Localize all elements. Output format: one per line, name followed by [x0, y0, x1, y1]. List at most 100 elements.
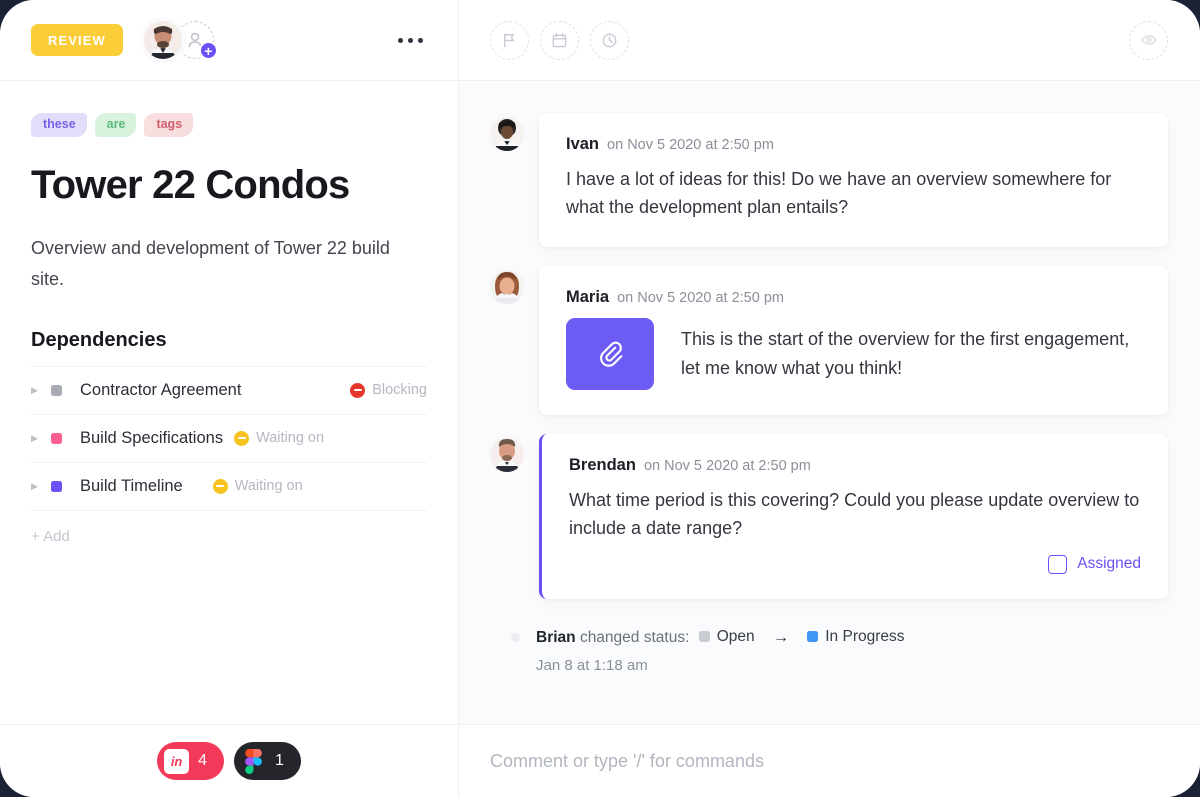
status-swatch-in-progress	[807, 630, 819, 642]
activity-panel: Ivan on Nov 5 2020 at 2:50 pm I have a l…	[459, 0, 1200, 797]
dependency-row[interactable]: ▶ Build Specifications Waiting on	[31, 415, 427, 463]
chevron-right-icon[interactable]: ▶	[31, 385, 51, 396]
more-options-button[interactable]	[394, 30, 427, 51]
dependency-color-swatch	[51, 480, 62, 492]
dependency-color-swatch	[51, 384, 62, 396]
dependency-status: Blocking	[350, 382, 427, 398]
tag-list: these are tags	[31, 113, 427, 137]
avatar[interactable]	[490, 269, 524, 304]
status-from-label: Open	[716, 627, 755, 645]
flag-icon	[504, 33, 514, 47]
dependencies-list: ▶ Contractor Agreement Blocking ▶ Build …	[31, 365, 427, 511]
comment-input[interactable]	[490, 750, 1169, 772]
assigned-label: Assigned	[1077, 555, 1141, 573]
comment-author: Maria	[566, 287, 610, 306]
dot-icon	[408, 37, 413, 43]
dependency-row[interactable]: ▶ Contractor Agreement Blocking	[31, 367, 427, 415]
status-to-label: In Progress	[825, 627, 905, 645]
invision-badge[interactable]: in 4	[157, 742, 224, 780]
task-body: these are tags Tower 22 Condos Overview …	[0, 81, 458, 546]
assigned-checkbox[interactable]	[1048, 554, 1068, 574]
dependency-color-swatch	[51, 432, 62, 444]
comment-body: I have a lot of ideas for this! Do we ha…	[566, 169, 1112, 218]
comment-card-assigned: Brendan on Nov 5 2020 at 2:50 pm What ti…	[539, 433, 1168, 599]
activity-text: Brian changed status: Open → In Progress	[536, 625, 910, 650]
dependency-name: Contractor Agreement	[80, 380, 242, 399]
avatar[interactable]	[490, 437, 524, 472]
app-window: REVIEW + these are tags Tower 22 Condos …	[0, 0, 1200, 797]
avatar[interactable]	[143, 21, 182, 59]
waiting-on-icon	[212, 478, 228, 494]
eye-icon	[1140, 35, 1157, 45]
clock-button[interactable]	[590, 20, 629, 60]
status-swatch-open	[698, 630, 710, 642]
comment-header: Ivan on Nov 5 2020 at 2:50 pm	[566, 135, 1141, 154]
task-description: Overview and development of Tower 22 bui…	[31, 237, 390, 289]
invision-icon: in	[164, 748, 190, 774]
comment-item: Brendan on Nov 5 2020 at 2:50 pm What ti…	[490, 433, 1168, 599]
dependency-status-label: Waiting on	[234, 478, 303, 495]
attachment-thumbnail[interactable]	[566, 317, 654, 390]
comment-timestamp: on Nov 5 2020 at 2:50 pm	[607, 137, 774, 153]
comment-header: Maria on Nov 5 2020 at 2:50 pm	[566, 288, 1141, 307]
comment-item: Maria on Nov 5 2020 at 2:50 pm This is t…	[490, 265, 1168, 415]
comment-header: Brendan on Nov 5 2020 at 2:50 pm	[569, 456, 1141, 475]
activity-author: Brian	[536, 628, 576, 646]
dot-icon	[398, 37, 403, 43]
avatar[interactable]	[490, 117, 524, 151]
figma-count: 1	[275, 752, 284, 769]
activity-action: changed status:	[579, 628, 690, 646]
comment-timestamp: on Nov 5 2020 at 2:50 pm	[617, 289, 784, 306]
calendar-button[interactable]	[540, 20, 579, 60]
comment-content-row: This is the start of the overview for th…	[566, 317, 1141, 390]
comment-thread: Ivan on Nov 5 2020 at 2:50 pm I have a l…	[459, 81, 1200, 724]
watch-button[interactable]	[1129, 20, 1168, 60]
task-detail-panel: REVIEW + these are tags Tower 22 Condos …	[0, 0, 459, 797]
dependency-row[interactable]: ▶ Build Timeline Waiting on	[31, 463, 427, 511]
comment-author: Ivan	[566, 135, 600, 153]
comment-item: Ivan on Nov 5 2020 at 2:50 pm I have a l…	[490, 113, 1168, 247]
page-title: Tower 22 Condos	[31, 162, 350, 207]
dependency-status-label: Waiting on	[256, 430, 325, 447]
comment-body: This is the start of the overview for th…	[681, 329, 1130, 378]
clock-icon	[602, 33, 617, 47]
blocking-icon	[350, 382, 366, 398]
comment-author: Brendan	[569, 455, 636, 474]
dot-icon	[418, 37, 423, 43]
activity-dot-icon	[511, 632, 520, 642]
arrow-right-icon: →	[772, 628, 789, 646]
tag-are[interactable]: are	[94, 113, 137, 137]
paperclip-icon	[600, 341, 623, 367]
activity-item: Brian changed status: Open → In Progress…	[490, 618, 1168, 674]
comment-card: Maria on Nov 5 2020 at 2:50 pm This is t…	[539, 265, 1168, 415]
activity-timestamp: Jan 8 at 1:18 am	[536, 656, 648, 674]
figma-badge[interactable]: 1	[234, 742, 301, 780]
plus-icon: +	[198, 41, 218, 60]
add-dependency-button[interactable]: + Add	[31, 511, 70, 545]
assignee-group: +	[143, 21, 218, 60]
comment-card: Ivan on Nov 5 2020 at 2:50 pm I have a l…	[539, 113, 1168, 247]
calendar-icon	[552, 32, 567, 47]
flag-button[interactable]	[490, 20, 529, 60]
task-header: REVIEW +	[0, 0, 458, 81]
chevron-right-icon[interactable]: ▶	[31, 433, 51, 444]
comment-composer	[459, 724, 1200, 797]
dependency-name: Build Timeline	[80, 476, 183, 495]
activity-content: Brian changed status: Open → In Progress…	[536, 625, 910, 674]
comment-body: What time period is this covering? Could…	[569, 489, 1140, 539]
chevron-right-icon[interactable]: ▶	[31, 481, 51, 492]
status-from: Open	[698, 625, 755, 648]
invision-count: 4	[198, 752, 207, 769]
dependency-status: Waiting on	[234, 430, 324, 446]
assigned-control: Assigned	[569, 554, 1141, 574]
figma-icon	[241, 748, 266, 774]
comment-timestamp: on Nov 5 2020 at 2:50 pm	[643, 457, 811, 474]
dependency-status-label: Blocking	[372, 382, 427, 399]
integrations-bar: in 4 1	[0, 724, 458, 797]
tag-tags[interactable]: tags	[144, 113, 194, 137]
tag-these[interactable]: these	[31, 113, 87, 137]
dependencies-heading: Dependencies	[31, 328, 167, 351]
dependency-name: Build Specifications	[80, 428, 224, 447]
status-badge-review[interactable]: REVIEW	[31, 24, 123, 56]
activity-toolbar	[459, 0, 1200, 81]
